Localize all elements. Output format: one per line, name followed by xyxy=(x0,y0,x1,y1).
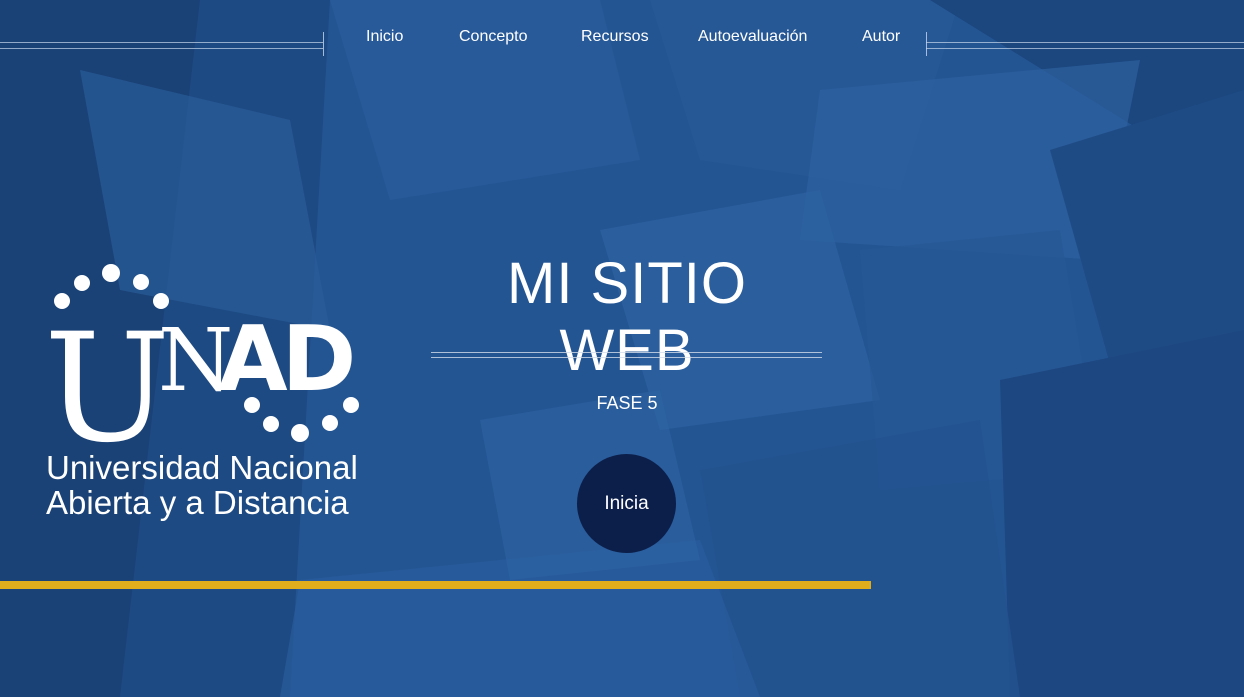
top-navigation: Inicio Concepto Recursos Autoevaluación … xyxy=(0,0,1244,80)
logo-line-2: Abierta y a Distancia xyxy=(46,484,349,521)
svg-text:AD: AD xyxy=(218,307,352,412)
unad-logo: U N AD Universidad Nacional Abierta y a … xyxy=(44,264,359,521)
nav-item-recursos[interactable]: Recursos xyxy=(581,28,649,46)
nav-item-autor[interactable]: Autor xyxy=(862,28,900,46)
logo-line-1: Universidad Nacional xyxy=(46,449,358,486)
title-divider xyxy=(431,352,822,358)
page-title: MI SITIO WEB xyxy=(507,251,747,383)
nav-item-inicio[interactable]: Inicio xyxy=(366,28,403,46)
nav-divider-left xyxy=(0,42,323,49)
nav-item-concepto[interactable]: Concepto xyxy=(459,28,528,46)
nav-divider-right xyxy=(926,42,1244,49)
nav-item-autoevaluacion[interactable]: Autoevaluación xyxy=(698,28,807,46)
nav-divider-cap-left xyxy=(323,32,324,56)
accent-bar xyxy=(0,581,871,589)
inicia-button[interactable]: Inicia xyxy=(577,454,676,553)
page-subtitle: FASE 5 xyxy=(596,393,658,413)
